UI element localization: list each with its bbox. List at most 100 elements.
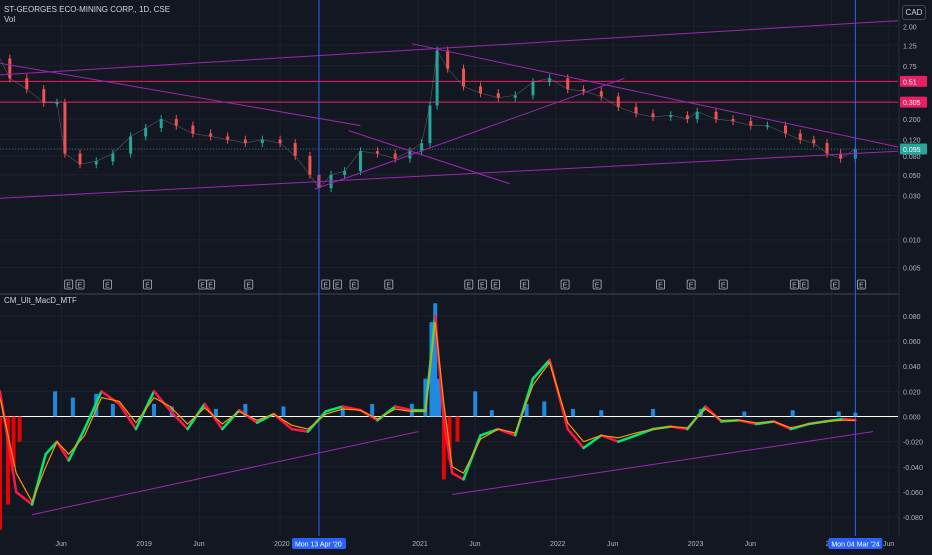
date-marker-tag-label: Mon 04 Mar '24 (831, 542, 880, 549)
candle-body (428, 105, 432, 144)
candle-body (293, 143, 297, 156)
earnings-marker-label: E (721, 283, 726, 290)
candle-body (731, 119, 735, 122)
earnings-marker-label: E (208, 283, 213, 290)
candle-body (566, 78, 570, 90)
time-axis-tick: 2023 (688, 541, 704, 548)
candle-body (308, 155, 312, 175)
earnings-marker-label: E (802, 283, 807, 290)
earnings-marker-label: E (323, 283, 328, 290)
candle-body (685, 115, 689, 120)
candle-body (765, 125, 769, 128)
price-axis-tick: 0.080 (903, 154, 921, 161)
candle-body (78, 153, 82, 165)
earnings-marker-label: E (658, 283, 663, 290)
candle-body (548, 78, 552, 83)
histogram-bar (17, 416, 22, 442)
indicator-name: CM_Ult_MacD_MTF (4, 296, 77, 305)
price-level-tag-label: 0.305 (903, 100, 921, 107)
histogram-bar (489, 410, 494, 417)
candle-body (129, 136, 133, 154)
earnings-marker-label: E (689, 283, 694, 290)
earnings-marker-label: E (563, 283, 568, 290)
price-axis-tick: 0.005 (903, 266, 921, 273)
histogram-bar (110, 403, 115, 417)
indicator-axis-tick: -0.060 (903, 490, 923, 497)
earnings-marker-label: E (78, 283, 83, 290)
time-axis-tick: Jun (607, 541, 618, 548)
histogram-bar (570, 408, 575, 417)
price-axis-tick: 0.050 (903, 173, 921, 180)
price-axis-tick: 2.00 (903, 24, 917, 31)
earnings-marker-label: E (66, 283, 71, 290)
candle-body (393, 153, 397, 159)
time-axis-tick: Jun (883, 541, 894, 548)
earnings-marker-label: E (386, 283, 391, 290)
candle-body (63, 102, 67, 154)
earnings-marker-label: E (792, 283, 797, 290)
candle-body (599, 91, 603, 97)
candle-body (812, 139, 816, 144)
histogram-bar (152, 403, 157, 417)
candle-body (278, 139, 282, 144)
time-axis-tick: Jun (469, 541, 480, 548)
candle-body (714, 111, 718, 120)
candle-body (174, 119, 178, 126)
candle-body (8, 58, 12, 79)
candle-body (159, 119, 163, 129)
price-axis-tick: 0.200 (903, 117, 921, 124)
candle-body (375, 151, 379, 154)
candle-body (531, 82, 535, 96)
candle-body (446, 50, 450, 69)
candle-body (616, 96, 620, 107)
candle-body (94, 161, 98, 165)
indicator-axis-tick: -0.040 (903, 465, 923, 472)
histogram-bar (455, 416, 460, 442)
earnings-marker-label: E (200, 283, 205, 290)
candle-body (462, 68, 466, 87)
price-axis-tick: 0.010 (903, 238, 921, 245)
volume-label: Vol (4, 15, 16, 24)
indicator-axis-tick: 0.080 (903, 314, 921, 321)
histogram-bar (473, 391, 478, 417)
candle-body (695, 111, 699, 120)
earnings-marker-label: E (352, 283, 357, 290)
histogram-bar (542, 401, 547, 417)
histogram-bar (599, 410, 604, 417)
candle-body (634, 106, 638, 114)
candle-body (435, 50, 439, 106)
candle-body (582, 89, 586, 92)
time-axis-tick: 2022 (550, 541, 566, 548)
candle-body (260, 139, 264, 144)
candle-body (55, 102, 59, 105)
candle-body (358, 151, 362, 172)
indicator-axis-tick: 0.020 (903, 389, 921, 396)
histogram-bar (281, 406, 286, 417)
earnings-marker-label: E (595, 283, 600, 290)
earnings-marker-label: E (335, 283, 340, 290)
indicator-axis-tick: 0.060 (903, 339, 921, 346)
earnings-marker-label: E (480, 283, 485, 290)
earnings-marker-label: E (466, 283, 471, 290)
candle-body (329, 174, 333, 189)
currency-badge[interactable]: CAD (902, 5, 926, 20)
candle-body (784, 125, 788, 134)
price-axis-tick: 0.030 (903, 193, 921, 200)
chart-root: E E E E E E E E E E E E E E E E E E E E E E E E 2.00 1.25 0.75 0.51… (0, 0, 932, 550)
time-axis-tick: Jun (56, 541, 67, 548)
earnings-marker-label: E (859, 283, 864, 290)
price-axis-tick: 0.75 (903, 64, 917, 71)
histogram-bar (53, 391, 58, 417)
time-axis-tick: 2020 (274, 541, 290, 548)
histogram-bar (742, 411, 747, 417)
candle-body (825, 143, 829, 154)
histogram-bar (651, 408, 656, 417)
chart-canvas[interactable]: E E E E E E E E E E E E E E E E E E E E E E E E2.001.250.750.51… (0, 0, 932, 550)
time-axis-tick: Jun (193, 541, 204, 548)
histogram-bar (213, 408, 218, 417)
histogram-bar (370, 403, 375, 417)
price-level-tag-label: 0.51 (903, 79, 917, 86)
indicator-axis-tick: 0.040 (903, 364, 921, 371)
histogram-bar (790, 410, 795, 417)
price-axis-tick: 1.25 (903, 43, 917, 50)
